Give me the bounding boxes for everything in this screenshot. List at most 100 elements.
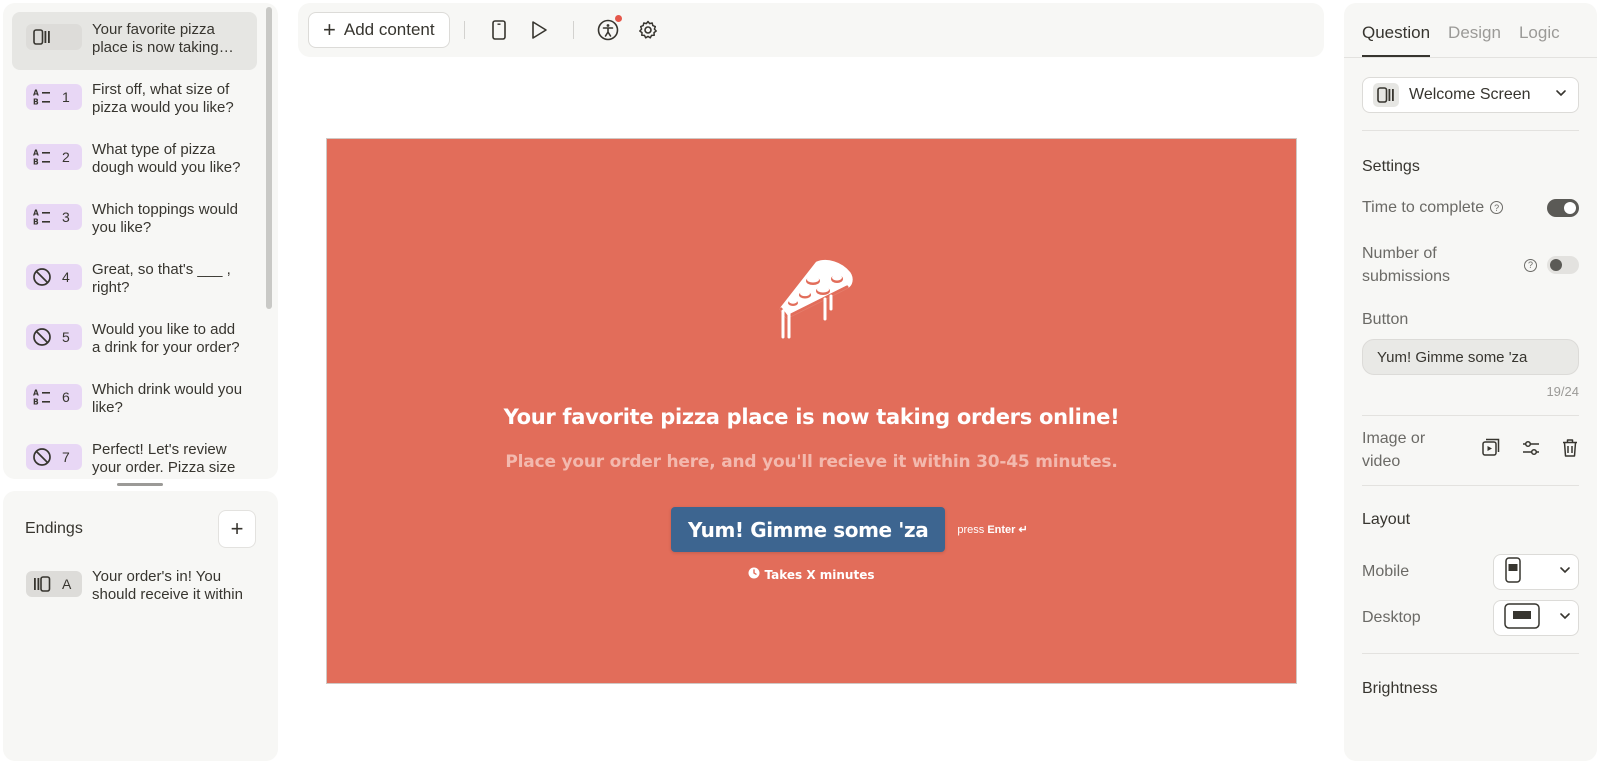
question-item[interactable]: A B 2 What type of pizza dough would you li… <box>12 132 257 190</box>
question-number: 5 <box>62 329 70 345</box>
welcome-screen-icon <box>1373 83 1399 107</box>
question-type-badge: 5 <box>26 324 82 350</box>
tab-question[interactable]: Question <box>1362 23 1431 57</box>
notification-dot <box>614 15 622 22</box>
image-or-video-row: Image or video <box>1362 427 1579 473</box>
accessibility-icon[interactable] <box>596 15 622 42</box>
time-text: Takes X minutes <box>764 567 875 582</box>
question-type-badge: AB 3 <box>26 204 82 230</box>
svg-text:B: B <box>33 218 39 227</box>
multiple-choice-icon: AB <box>32 147 52 167</box>
question-number: 4 <box>62 269 70 285</box>
svg-text:B: B <box>33 98 39 107</box>
endings-title: Endings <box>25 519 83 537</box>
ending-item[interactable]: A Your order's in! You should receive it… <box>12 568 257 626</box>
question-text: Great, so that's ___ , right? <box>92 261 231 296</box>
button-label: Button <box>1362 311 1409 328</box>
question-type-label: Welcome Screen <box>1409 86 1531 103</box>
start-button[interactable]: Yum! Gimme some 'za <box>671 507 946 552</box>
question-item[interactable]: 7 Perfect! Let's review your order. Pizza… <box>12 432 257 479</box>
question-item[interactable]: 5 Would you like to add a drink for your … <box>12 312 257 370</box>
welcome-screen-preview: Your favorite pizza place is now taking … <box>326 138 1297 684</box>
question-item[interactable]: 4 Great, so that's ___ , right? <box>12 252 257 310</box>
mobile-layout-icon <box>1504 556 1522 588</box>
tab-logic[interactable]: Logic <box>1519 23 1560 57</box>
divider <box>1362 415 1579 416</box>
chevron-down-icon <box>1554 86 1568 105</box>
time-to-complete-label: Takes X minutes <box>327 567 1296 582</box>
question-item[interactable]: A B 6 Which drink would you like? <box>12 372 257 430</box>
press-hint-key: Enter ↵ <box>987 524 1028 536</box>
question-number: 1 <box>62 89 70 105</box>
divider <box>1362 130 1579 131</box>
question-item[interactable]: Your favorite pizza place is now taking … <box>12 12 257 70</box>
press-enter-hint: press Enter ↵ <box>957 523 1027 536</box>
question-text: Which drink would you like? <box>92 381 243 416</box>
tab-design[interactable]: Design <box>1448 23 1501 57</box>
desktop-label: Desktop <box>1362 609 1421 626</box>
svg-text:A: A <box>33 209 39 218</box>
question-number: 3 <box>62 209 70 225</box>
adjust-sliders-icon[interactable] <box>1521 438 1541 463</box>
layout-title: Layout <box>1362 511 1411 528</box>
add-content-button[interactable]: + Add content <box>308 12 450 48</box>
endings-panel: Endings + A Your order's in! You should … <box>3 491 278 761</box>
question-text: Would you like to add a drink for your o… <box>92 321 240 356</box>
help-icon[interactable]: ? <box>1490 201 1504 215</box>
question-type-badge: 7 <box>26 444 82 470</box>
play-icon[interactable] <box>527 18 551 42</box>
multiple-choice-icon: AB <box>32 207 52 227</box>
question-number: 7 <box>62 449 70 465</box>
ending-text: Your order's in! You should receive it w… <box>92 568 243 603</box>
question-text: First off, what size of pizza would you … <box>92 81 234 116</box>
properties-tabs: Question Design Logic <box>1344 3 1597 58</box>
ending-badge: A <box>26 571 82 597</box>
ending-screen-icon <box>32 574 52 594</box>
press-hint-text: press <box>957 524 985 536</box>
plus-icon: + <box>323 17 336 42</box>
no-answer-icon <box>32 267 52 287</box>
media-add-icon[interactable] <box>1481 438 1501 463</box>
submissions-controls: ? <box>1518 256 1579 274</box>
pizza-slice-icon <box>767 249 863 345</box>
multiple-choice-icon: AB <box>32 387 52 407</box>
time-to-complete-toggle[interactable] <box>1547 199 1579 217</box>
question-list: Your favorite pizza place is now taking … <box>3 3 278 479</box>
chevron-down-icon <box>1558 609 1572 628</box>
welcome-screen-icon <box>32 27 52 47</box>
settings-gear-icon[interactable] <box>636 18 660 42</box>
image-or-video-label: Image or video <box>1362 430 1426 470</box>
question-type-badge: 4 <box>26 264 82 290</box>
svg-text:B: B <box>33 398 39 407</box>
trash-icon[interactable] <box>1561 438 1579 463</box>
question-item[interactable]: A B 3 Which toppings would you like? <box>12 192 257 250</box>
number-of-submissions-toggle[interactable] <box>1547 256 1579 274</box>
time-to-complete-text: Time to complete <box>1362 199 1485 216</box>
number-of-submissions-row: Number of submissions ? <box>1362 242 1579 288</box>
button-text-input[interactable]: Yum! Gimme some 'za <box>1362 339 1579 375</box>
add-ending-button[interactable]: + <box>218 509 256 548</box>
desktop-layout-select[interactable] <box>1493 600 1579 636</box>
question-text: Which toppings would you like? <box>92 201 238 236</box>
chevron-down-icon <box>1558 563 1572 582</box>
question-list-panel: Your favorite pizza place is now taking … <box>3 3 278 479</box>
number-of-submissions-text: Number of submissions <box>1362 245 1451 285</box>
question-number: 2 <box>62 149 70 165</box>
mobile-preview-icon[interactable] <box>487 18 511 42</box>
no-answer-icon <box>32 447 52 467</box>
divider <box>1362 485 1579 486</box>
question-type-select[interactable]: Welcome Screen <box>1362 77 1579 113</box>
svg-text:A: A <box>33 389 39 398</box>
endings-header: Endings + <box>3 491 278 548</box>
panel-resize-handle[interactable] <box>117 483 163 486</box>
question-list-scrollbar[interactable] <box>266 7 272 309</box>
question-item[interactable]: A B 1 First off, what size of pizza would y… <box>12 72 257 130</box>
desktop-layout-icon <box>1504 602 1540 634</box>
question-type-badge <box>26 24 82 50</box>
help-icon[interactable]: ? <box>1524 258 1537 272</box>
mobile-layout-select[interactable] <box>1493 554 1579 590</box>
cta-group: Yum! Gimme some 'za press Enter ↵ <box>671 507 1028 552</box>
svg-text:A: A <box>33 89 39 98</box>
question-type-badge: AB 1 <box>26 84 82 110</box>
toolbar-divider <box>463 21 465 39</box>
